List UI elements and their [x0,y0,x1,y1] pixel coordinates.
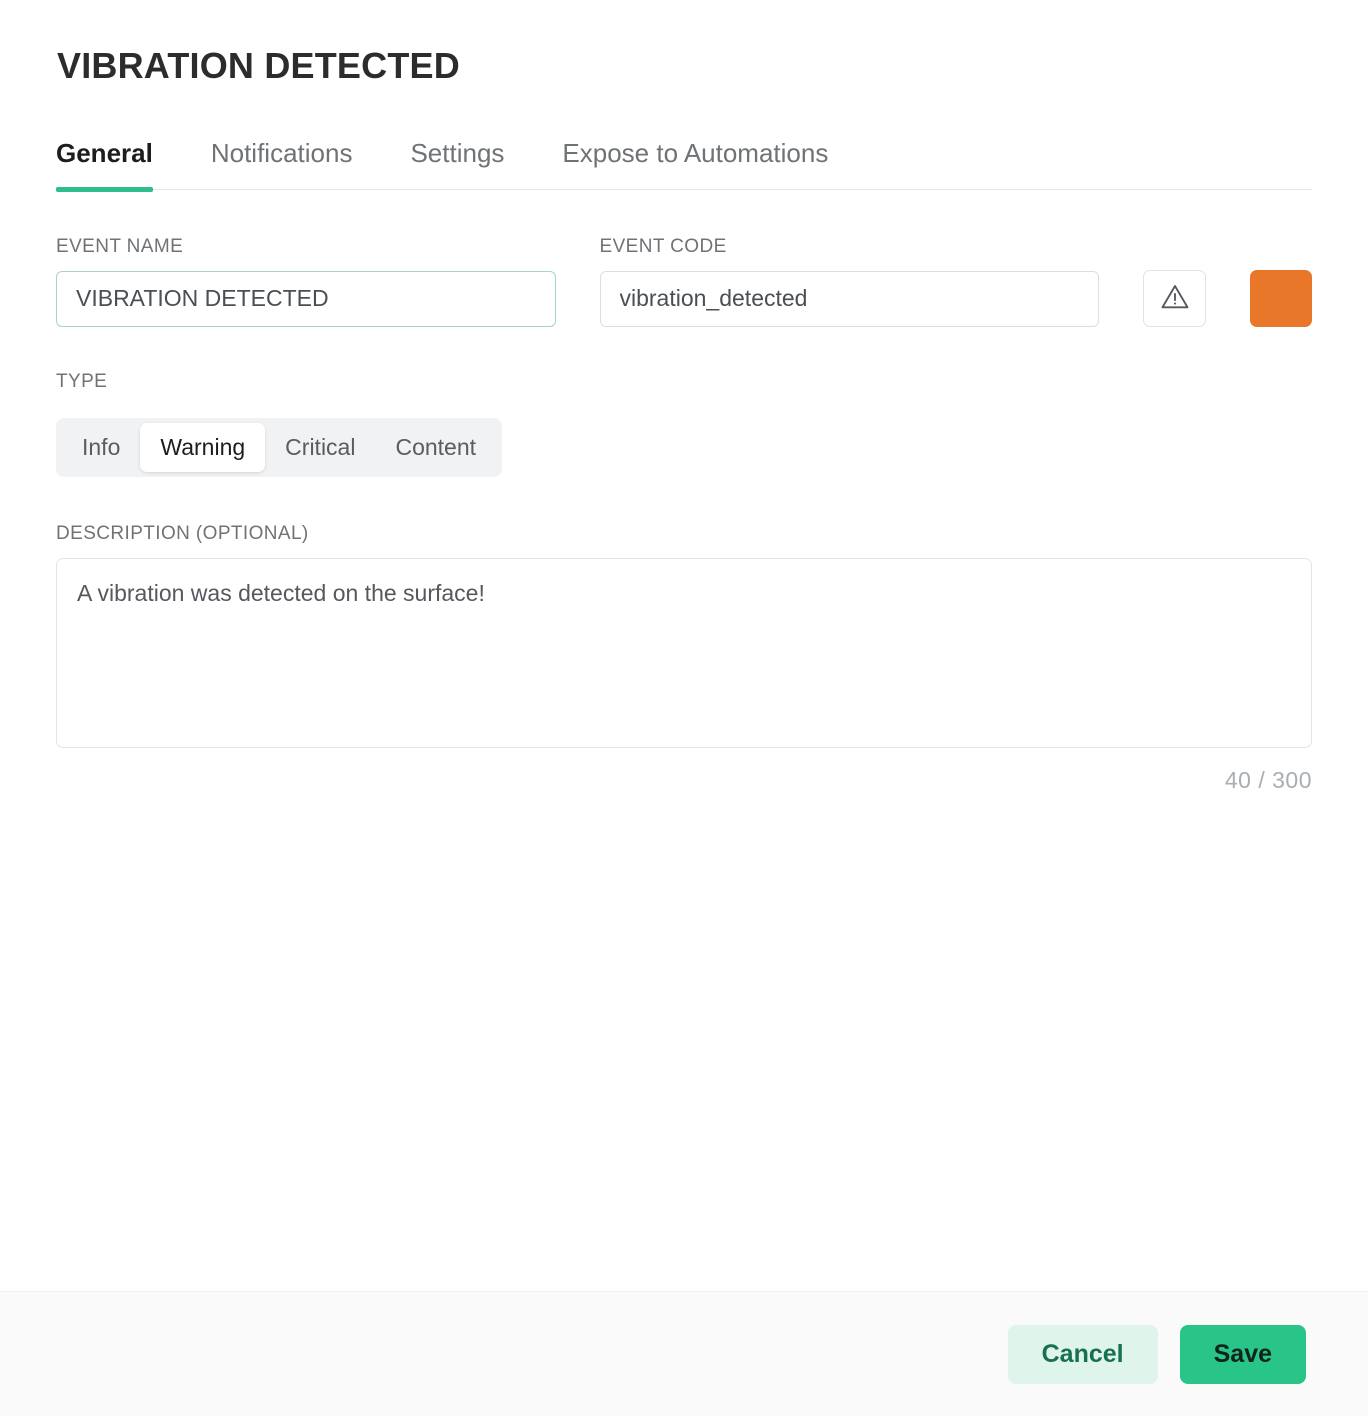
tab-settings[interactable]: Settings [410,138,504,189]
dialog-footer: Cancel Save [0,1291,1368,1416]
warning-triangle-icon [1160,282,1190,315]
tab-notifications[interactable]: Notifications [211,138,353,189]
event-name-field-group: EVENT NAME [56,236,556,327]
page-title: VIBRATION DETECTED [57,45,460,86]
event-code-input[interactable] [599,270,1099,327]
event-code-label: EVENT CODE [599,235,727,257]
event-name-label: EVENT NAME [56,235,184,257]
description-label: DESCRIPTION (OPTIONAL) [56,522,309,544]
tab-bar: General Notifications Settings Expose to… [56,138,1312,192]
description-textarea[interactable] [56,557,1312,748]
type-field-group: TYPE Info Warning Critical Content [56,371,1312,477]
type-option-warning[interactable]: Warning [140,422,266,472]
event-code-field-group: EVENT CODE [599,235,1099,327]
type-option-critical[interactable]: Critical [265,423,375,472]
type-label: TYPE [56,370,108,392]
dialog-body: VIBRATION DETECTED General Notifications… [0,0,1368,1291]
save-button[interactable]: Save [1179,1324,1306,1384]
description-field-group: DESCRIPTION (OPTIONAL) 40 / 300 [56,523,1312,794]
cancel-button[interactable]: Cancel [1007,1324,1158,1384]
tab-expose-to-automations[interactable]: Expose to Automations [562,138,828,189]
tab-general[interactable]: General [56,138,153,192]
type-segmented-control: Info Warning Critical Content [56,417,503,477]
type-option-content[interactable]: Content [375,423,496,472]
identity-row: EVENT NAME EVENT CODE [56,236,1312,327]
warning-icon-button[interactable] [1143,269,1206,327]
event-color-swatch[interactable] [1250,269,1312,327]
type-option-info[interactable]: Info [62,423,140,472]
character-counter: 40 / 300 [1224,766,1312,793]
event-edit-dialog: VIBRATION DETECTED General Notifications… [0,0,1368,1416]
event-name-input[interactable] [56,270,556,327]
